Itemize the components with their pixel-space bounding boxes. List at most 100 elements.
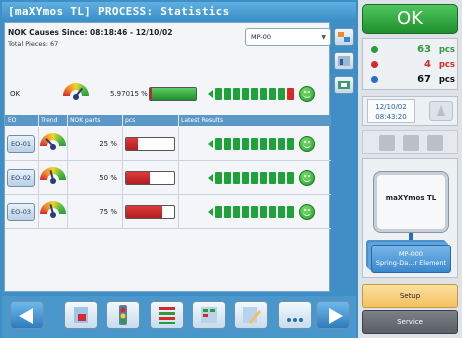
alarm-icon — [437, 105, 445, 116]
arrow-left-icon — [19, 308, 33, 324]
smiley-icon — [299, 86, 315, 102]
more-icon — [287, 318, 303, 322]
next-button[interactable] — [316, 301, 350, 329]
view-button-2[interactable] — [106, 301, 140, 329]
total-pieces: Total Pieces: 67 — [8, 40, 59, 48]
overview-list-icon — [201, 307, 217, 323]
mp-selector-value: MP-00 — [251, 33, 272, 41]
print-icon — [338, 81, 350, 89]
trend-gauge-icon — [40, 133, 66, 159]
nok-count-unit: pcs — [438, 60, 455, 70]
column-header-trend: Trend — [41, 117, 58, 124]
device-icon[interactable]: maXYmos TL — [373, 171, 449, 233]
latest-results — [208, 136, 318, 152]
status-sidebar: OK 63 pcs 4 pcs 67 pcs 12/10/02 08:43:20 — [358, 0, 462, 338]
ok-bar-fill — [150, 88, 196, 100]
ok-progress-bar — [149, 87, 197, 101]
total-dot-icon — [371, 76, 378, 83]
column-header-latest-results: Latest Results — [181, 117, 224, 124]
latest-results-ok — [208, 86, 318, 102]
nok-progress-bar — [125, 171, 175, 185]
chart-view-button[interactable] — [334, 52, 354, 70]
date-time-box: 12/10/02 08:43:20 — [362, 96, 458, 126]
current-time: 08:43:20 — [375, 113, 407, 121]
nok-bar-fill — [126, 172, 150, 184]
nok-percent: 50 % — [99, 174, 117, 182]
ok-dot-icon — [371, 46, 378, 53]
nok-bar-fill — [126, 206, 162, 218]
date-time-display: 12/10/02 08:43:20 — [367, 99, 415, 123]
expand-icon — [338, 32, 350, 42]
smiley-icon — [299, 136, 315, 152]
window-title: [maXYmos TL] PROCESS: Statistics — [2, 2, 356, 21]
nok-percent: 75 % — [99, 208, 117, 216]
eo-03-button[interactable]: EO-03 — [7, 203, 35, 221]
element-line-2: Spring-Da...r Element — [375, 259, 447, 267]
nok-dot-icon — [371, 61, 378, 68]
nok-progress-bar — [125, 205, 175, 219]
nok-causes-title: NOK Causes Since: 08:18:46 - 12/10/02 — [8, 28, 173, 37]
tool-row — [362, 130, 458, 154]
alarm-button[interactable] — [429, 101, 453, 121]
smiley-icon — [299, 170, 315, 186]
nok-progress-bar — [125, 137, 175, 151]
machine-label: maXYmos TL — [385, 194, 437, 202]
edit-icon — [243, 307, 261, 324]
nok-count-row: 4 pcs — [363, 58, 459, 72]
ok-percent: 5.97015 % — [110, 90, 148, 98]
arrow-right-icon — [329, 308, 343, 324]
element-line-1: MP-000 — [398, 250, 424, 258]
total-count-row: 67 pcs — [363, 73, 459, 87]
measurement-program-button[interactable]: MP-000 Spring-Da...r Element — [371, 245, 451, 273]
piece-counters: 63 pcs 4 pcs 67 pcs — [362, 38, 458, 90]
traffic-light-icon — [119, 305, 127, 325]
column-header-eo: EO — [8, 117, 17, 124]
ok-count: 63 — [417, 44, 431, 55]
ok-label: OK — [10, 90, 21, 98]
setup-button[interactable]: Setup — [362, 284, 458, 308]
previous-button[interactable] — [10, 301, 44, 329]
column-header-pcs: pcs — [125, 117, 136, 124]
eo-02-button[interactable]: EO-02 — [7, 169, 35, 187]
latest-results — [208, 170, 318, 186]
expand-view-button[interactable] — [334, 28, 354, 46]
column-header-nok-parts: NOK parts — [70, 117, 101, 124]
table-row: EO-03 75 % — [5, 195, 331, 229]
view-button-1[interactable] — [64, 301, 98, 329]
total-count-unit: pcs — [438, 75, 455, 85]
total-count: 67 — [417, 74, 431, 85]
table-row: EO-02 50 % — [5, 161, 331, 195]
ok-summary-row: OK 5.97015 % — [5, 79, 331, 111]
bottom-nav-bar — [2, 296, 356, 338]
trend-gauge-icon — [63, 83, 89, 109]
current-date: 12/10/02 — [375, 103, 407, 111]
eraser-icon[interactable] — [427, 135, 443, 151]
latest-results — [208, 204, 318, 220]
edit-button[interactable] — [234, 301, 268, 329]
nok-count: 4 — [424, 59, 431, 70]
mp-selector[interactable]: MP-00 ▼ — [245, 28, 331, 46]
panel-tool-strip — [331, 22, 358, 102]
machine-panel: maXYmos TL MP-000 Spring-Da...r Element — [362, 158, 458, 278]
table-row: EO-01 25 % — [5, 127, 331, 161]
more-button[interactable] — [278, 301, 312, 329]
service-button[interactable]: Service — [362, 310, 458, 334]
network-icon[interactable] — [403, 135, 419, 151]
table-header: EO Trend NOK parts pcs Latest Results — [5, 115, 331, 126]
trend-gauge-icon — [40, 167, 66, 193]
ok-count-row: 63 pcs — [363, 43, 459, 57]
trend-gauge-icon — [40, 201, 66, 227]
ok-status-button[interactable]: OK — [362, 4, 458, 34]
chart-icon — [338, 56, 350, 66]
chevron-down-icon: ▼ — [321, 34, 326, 41]
overview-button[interactable] — [192, 301, 226, 329]
print-button[interactable] — [334, 76, 354, 94]
ok-count-unit: pcs — [438, 45, 455, 55]
statistics-list-icon — [159, 307, 175, 324]
eo-01-button[interactable]: EO-01 — [7, 135, 35, 153]
database-icon[interactable] — [379, 135, 395, 151]
statistics-panel: NOK Causes Since: 08:18:46 - 12/10/02 To… — [4, 22, 331, 292]
smiley-icon — [299, 204, 315, 220]
statistics-button[interactable] — [150, 301, 184, 329]
layout-icon — [74, 307, 88, 323]
